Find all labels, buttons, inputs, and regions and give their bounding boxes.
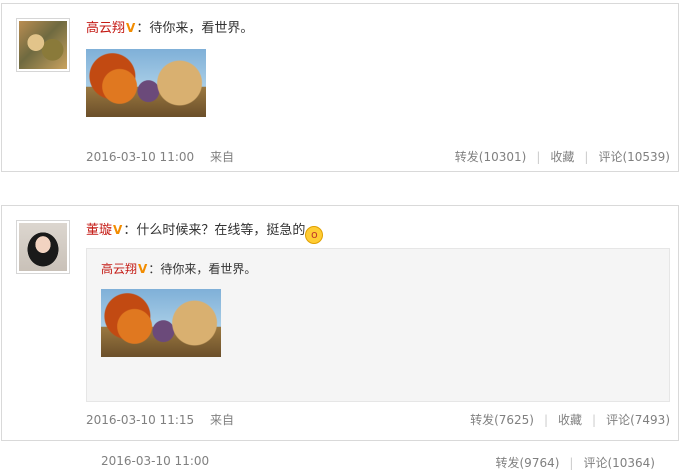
comment-button[interactable]: 评论(7493) — [606, 413, 670, 427]
weibo-post-card: 董璇V：什么时候来？在线等，挺急的 o 高云翔V：待你来，看世界。 2016-03… — [1, 205, 679, 470]
quoted-text: 待你来，看世界。 — [160, 262, 257, 276]
quoted-image-thumbnail[interactable] — [101, 289, 221, 357]
quoted-repost-button[interactable]: 转发(9764) — [496, 456, 560, 470]
post-content: 高云翔V：待你来，看世界。 — [86, 18, 670, 117]
post-date[interactable]: 2016-03-10 11:15 — [86, 413, 194, 427]
post-source: 来自 — [209, 413, 234, 427]
comment-button[interactable]: 评论(10539) — [598, 150, 670, 164]
avatar[interactable] — [16, 220, 70, 274]
username-link[interactable]: 董璇 — [86, 223, 112, 238]
verified-v-icon: V — [138, 262, 148, 276]
divider: | — [543, 413, 549, 427]
quoted-date[interactable]: 2016-03-10 11:00 — [101, 454, 209, 468]
post-content: 董璇V：什么时候来？在线等，挺急的 o — [86, 220, 670, 244]
post-actions: 转发(10301) | 收藏 | 评论(10539) — [455, 148, 670, 165]
colon: ： — [148, 262, 161, 276]
shocked-face-emoji-icon: o — [305, 226, 324, 244]
divider: | — [536, 150, 541, 164]
repost-button[interactable]: 转发(10301) — [455, 150, 527, 164]
post-text-line: 董璇V：什么时候来？在线等，挺急的 o — [86, 220, 670, 244]
verified-v-icon: V — [126, 21, 136, 35]
quoted-content: 高云翔V：待你来，看世界。 — [101, 259, 256, 357]
colon: ： — [136, 21, 150, 36]
quoted-username-link[interactable]: 高云翔 — [101, 262, 137, 276]
post-image-thumbnail[interactable] — [86, 49, 206, 117]
post-text-line: 高云翔V：待你来，看世界。 — [86, 18, 670, 39]
post-text: 待你来，看世界。 — [149, 21, 254, 36]
weibo-post-card: 高云翔V：待你来，看世界。 2016-03-10 11:00 来自 转发(103… — [1, 3, 679, 172]
quoted-post: 高云翔V：待你来，看世界。 2016-03-10 11:00 转发(9764) |… — [86, 248, 670, 470]
colon: ： — [123, 223, 137, 238]
favorite-button[interactable]: 收藏 — [558, 413, 582, 427]
quoted-comment-button[interactable]: 评论(10364) — [583, 456, 655, 470]
quoted-text-line: 高云翔V：待你来，看世界。 — [101, 259, 256, 279]
quoted-actions: 转发(9764) | 评论(10364) — [496, 454, 656, 471]
avatar[interactable] — [16, 18, 70, 72]
post-source: 来自 — [209, 150, 234, 164]
favorite-button[interactable]: 收藏 — [550, 150, 574, 164]
post-actions: 转发(7625) | 收藏 | 评论(7493) — [470, 411, 670, 428]
divider: | — [584, 150, 589, 164]
post-date[interactable]: 2016-03-10 11:00 — [86, 150, 194, 164]
divider: | — [592, 413, 597, 427]
post-meta: 2016-03-10 11:15 来自 — [86, 411, 234, 428]
verified-v-icon: V — [113, 223, 123, 237]
avatar-image — [19, 223, 67, 271]
avatar-image — [19, 21, 67, 69]
post-text: 什么时候来？在线等，挺急的 — [136, 223, 306, 238]
repost-button[interactable]: 转发(7625) — [470, 413, 534, 427]
post-meta: 2016-03-10 11:00 来自 — [86, 148, 234, 165]
divider: | — [569, 456, 574, 470]
quoted-meta: 2016-03-10 11:00 — [101, 454, 209, 468]
username-link[interactable]: 高云翔 — [86, 21, 125, 36]
